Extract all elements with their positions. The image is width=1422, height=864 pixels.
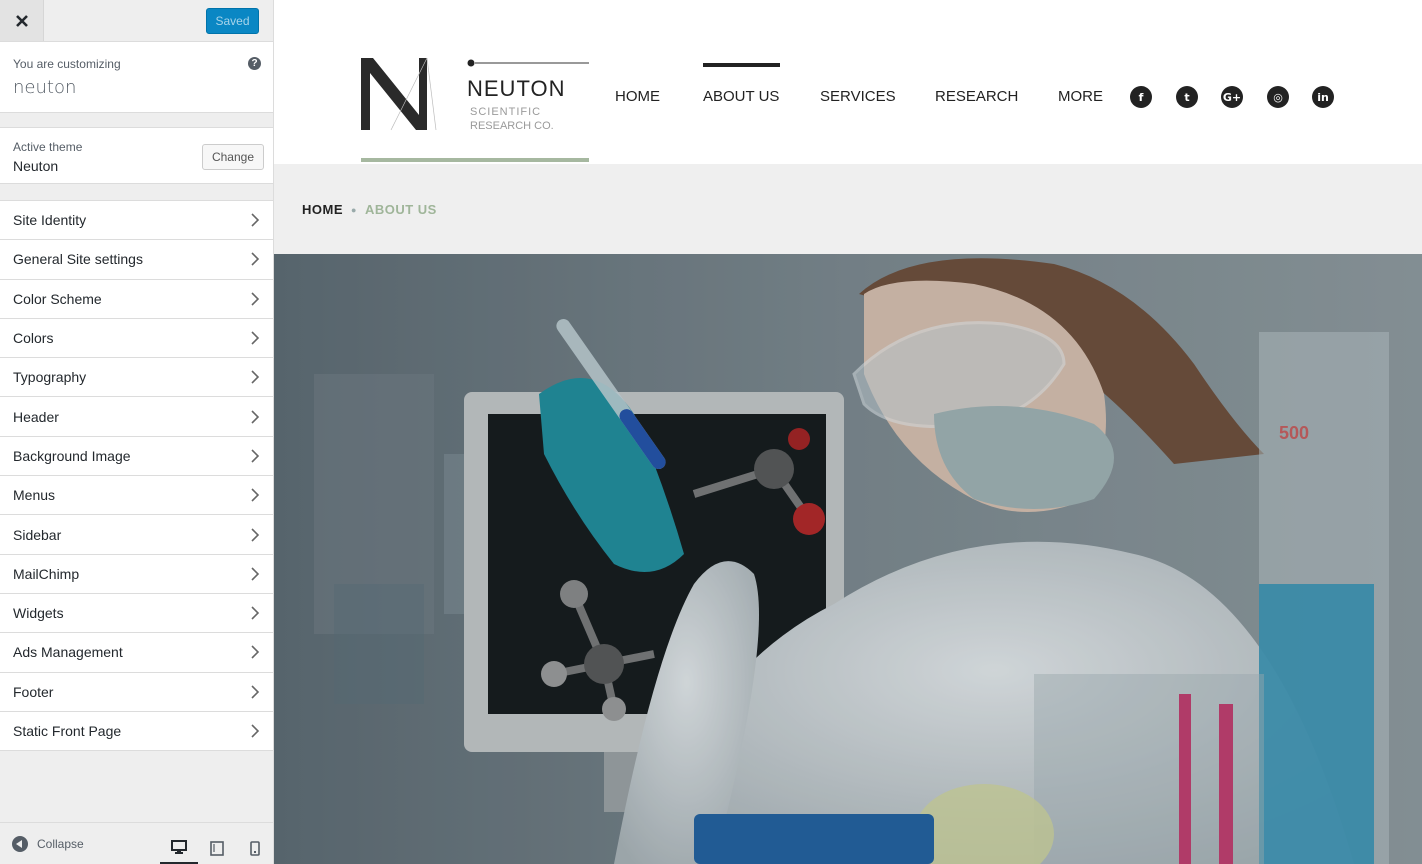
section-mailchimp[interactable]: MailChimp [0,554,273,594]
chevron-right-icon [251,724,260,738]
section-label: Static Front Page [13,723,122,739]
section-footer[interactable]: Footer [0,672,273,712]
section-menus[interactable]: Menus [0,476,273,516]
chevron-right-icon [251,370,260,384]
logo-wordmark: NEUTON [467,76,566,101]
section-label: Sidebar [13,526,62,543]
nav-active-indicator [703,63,780,67]
chevron-right-icon [251,331,260,345]
mobile-preview-button[interactable] [236,831,274,864]
instagram-icon[interactable]: ◎ [1267,86,1289,108]
section-static-front-page[interactable]: Static Front Page [0,711,273,752]
section-header[interactable]: Header [0,397,273,437]
google-plus-icon[interactable]: G+ [1221,86,1243,108]
facebook-icon[interactable]: f [1130,86,1152,108]
section-site-identity[interactable]: Site Identity [0,201,273,241]
chevron-right-icon [251,488,260,502]
section-label: Menus [13,487,56,504]
collapse-label: Collapse [37,837,84,851]
tablet-icon [210,840,224,856]
chevron-right-icon [251,449,260,463]
site-title: neuton [13,77,77,98]
chevron-right-icon [251,567,260,581]
twitter-icon[interactable]: t [1176,86,1198,108]
nav-more[interactable]: MORE [1058,88,1103,105]
breadcrumb-separator: ● [351,204,357,215]
breadcrumb-bar: HOME ● ABOUT US [274,164,1422,254]
logo-underline [361,158,589,162]
breadcrumb: HOME ● ABOUT US [302,202,437,217]
section-label: Site Identity [13,212,87,229]
breadcrumb-home[interactable]: HOME [302,202,343,217]
change-theme-button[interactable]: Change [202,144,264,170]
logo-tagline-1: SCIENTIFIC [470,106,542,118]
site-header: NEUTON SCIENTIFIC RESEARCH CO. HOME ABOU… [274,0,1422,164]
section-typography[interactable]: Typography [0,358,273,398]
nav-about-us[interactable]: ABOUT US [703,88,779,105]
close-button[interactable] [0,0,44,41]
customizing-label: You are customizing [13,57,121,71]
hero-image: 500 [274,254,1422,864]
section-label: Color Scheme [13,290,102,307]
question-circle-icon[interactable]: ? [248,57,261,70]
close-icon [15,14,28,27]
section-label: Ads Management [13,644,123,661]
desktop-preview-button[interactable] [160,831,198,864]
chevron-right-icon [251,685,260,699]
chevron-right-icon [251,213,260,227]
section-label: Typography [13,369,87,386]
section-label: Colors [13,330,54,347]
customizing-info: You are customizing neuton ? [0,42,273,113]
section-color-scheme[interactable]: Color Scheme [0,279,273,319]
site-preview: NEUTON SCIENTIFIC RESEARCH CO. HOME ABOU… [274,0,1422,864]
section-widgets[interactable]: Widgets [0,593,273,634]
chevron-right-icon [251,527,260,542]
section-label: Widgets [13,605,64,622]
customizer-sections: Site Identity General Site settings Colo… [0,200,273,752]
chevron-right-icon [251,410,260,424]
section-general-site-settings[interactable]: General Site settings [0,240,273,280]
section-label: MailChimp [13,565,80,582]
collapse-icon [12,836,28,852]
chevron-right-icon [251,606,260,620]
section-label: Background Image [13,447,131,464]
tablet-preview-button[interactable] [198,831,236,864]
chevron-right-icon [251,292,260,306]
section-ads-management[interactable]: Ads Management [0,633,273,673]
customizer-sidebar: Saved You are customizing neuton ? Activ… [0,0,274,864]
mobile-icon [250,840,260,856]
logo-tagline-2: RESEARCH CO. [470,120,554,132]
nav-research[interactable]: RESEARCH [935,88,1018,105]
section-label: General Site settings [13,251,143,268]
customizer-header: Saved [0,0,273,42]
active-theme-panel: Active theme Neuton Change [0,127,273,184]
saved-button[interactable]: Saved [206,8,259,34]
section-background-image[interactable]: Background Image [0,436,273,477]
section-label: Footer [13,683,54,700]
chevron-right-icon [251,252,260,267]
collapse-button[interactable]: Collapse [12,836,84,852]
section-sidebar[interactable]: Sidebar [0,515,273,555]
section-colors[interactable]: Colors [0,318,273,359]
customizer-footer: Collapse [0,822,273,864]
section-label: Header [13,408,59,425]
nav-services[interactable]: SERVICES [820,88,896,105]
desktop-icon [171,839,187,854]
linkedin-icon[interactable]: in [1312,86,1334,108]
chevron-right-icon [251,645,260,659]
breadcrumb-current: ABOUT US [364,202,437,217]
nav-home[interactable]: HOME [615,88,660,105]
